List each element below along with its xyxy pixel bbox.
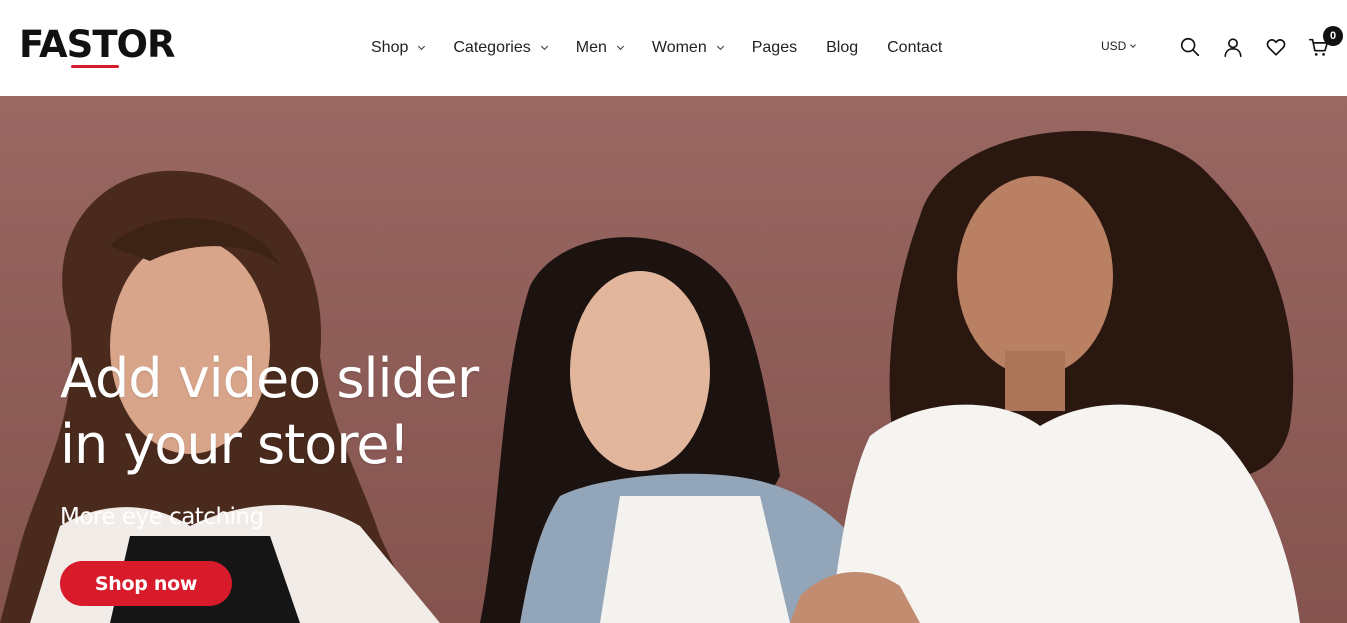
hero-title: Add video slider in your store! xyxy=(60,346,540,478)
account-button[interactable] xyxy=(1222,36,1244,58)
logo-underline-accent xyxy=(71,65,119,68)
currency-selector[interactable]: USD xyxy=(1101,39,1137,53)
chevron-down-icon xyxy=(1130,42,1137,48)
chevron-down-icon xyxy=(716,42,724,51)
chevron-down-icon xyxy=(540,42,548,51)
nav-item-label: Contact xyxy=(887,39,943,56)
heart-icon xyxy=(1266,39,1286,56)
nav-item-men[interactable]: Men xyxy=(575,39,624,57)
hero-model-right xyxy=(790,130,1300,623)
nav-item-label: Shop xyxy=(371,39,409,56)
brand-logo[interactable]: FASTOR xyxy=(19,24,175,70)
brand-name: FASTOR xyxy=(19,23,175,66)
hero-subtitle: More eye catching xyxy=(60,504,264,530)
hero-video-slider: Add video slider in your store! More eye… xyxy=(0,96,1347,623)
nav-item-women[interactable]: Women xyxy=(651,39,724,57)
user-icon xyxy=(1224,38,1242,57)
wishlist-button[interactable] xyxy=(1265,36,1287,58)
shop-now-button[interactable]: Shop now xyxy=(60,561,232,606)
currency-label: USD xyxy=(1101,39,1127,53)
site-header: FASTOR Shop Categories Men Women Pages B… xyxy=(0,0,1347,96)
nav-item-label: Pages xyxy=(751,39,798,56)
hero-title-line-1: Add video slider xyxy=(60,347,479,410)
search-button[interactable] xyxy=(1179,36,1201,58)
nav-item-label: Men xyxy=(575,39,607,56)
hero-model-middle xyxy=(480,237,900,623)
chevron-down-icon xyxy=(418,42,426,51)
nav-item-contact[interactable]: Contact xyxy=(887,39,942,57)
search-icon xyxy=(1180,37,1200,57)
main-nav: Shop Categories Men Women Pages Blog Con… xyxy=(371,36,942,60)
nav-item-label: Blog xyxy=(826,39,859,56)
nav-item-label: Women xyxy=(651,39,707,56)
cart-count-badge: 0 xyxy=(1323,26,1343,46)
nav-item-shop[interactable]: Shop xyxy=(371,39,426,57)
nav-item-label: Categories xyxy=(453,39,531,56)
chevron-down-icon xyxy=(616,42,624,51)
nav-item-blog[interactable]: Blog xyxy=(826,39,858,57)
nav-item-categories[interactable]: Categories xyxy=(453,39,548,57)
hero-title-line-2: in your store! xyxy=(60,413,410,476)
nav-item-pages[interactable]: Pages xyxy=(752,39,797,57)
